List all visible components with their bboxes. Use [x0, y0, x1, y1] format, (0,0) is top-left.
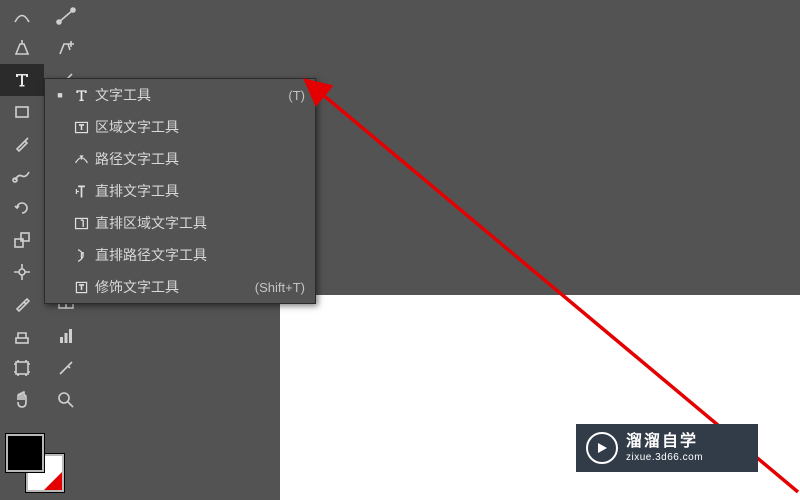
flyout-item-touch-type[interactable]: 修饰文字工具 (Shift+T)	[45, 271, 315, 303]
flyout-label: 直排文字工具	[95, 181, 305, 201]
tool-type[interactable]	[0, 64, 44, 96]
flyout-label: 路径文字工具	[95, 149, 305, 169]
flyout-item-vertical-area-type[interactable]: 直排区域文字工具	[45, 207, 315, 239]
selected-bullet: ■	[53, 90, 67, 100]
flyout-shortcut: (Shift+T)	[255, 280, 305, 295]
flyout-item-path-type[interactable]: 路径文字工具	[45, 143, 315, 175]
vertical-area-type-icon	[67, 215, 95, 232]
tool-pen-add[interactable]	[44, 32, 88, 64]
tool-artboard[interactable]	[0, 352, 44, 384]
tool-paintbrush[interactable]	[0, 128, 44, 160]
tool-rectangle[interactable]	[0, 96, 44, 128]
flyout-label: 修饰文字工具	[95, 277, 255, 297]
tool-scale[interactable]	[0, 224, 44, 256]
tool-eyedropper[interactable]	[0, 288, 44, 320]
tool-pen[interactable]	[0, 32, 44, 64]
tool-zoom[interactable]	[44, 384, 88, 416]
flyout-label: 直排区域文字工具	[95, 213, 305, 233]
vertical-path-type-icon	[67, 247, 95, 264]
tool-width[interactable]	[0, 256, 44, 288]
flyout-item-type[interactable]: ■ 文字工具 (T)	[45, 79, 315, 111]
path-type-icon	[67, 151, 95, 168]
type-tool-flyout: ■ 文字工具 (T) 区域文字工具 路径文字工具 直排文字工具 直排区域文字工具…	[44, 78, 316, 304]
touch-type-icon	[67, 279, 95, 296]
watermark-title: 溜溜自学	[626, 432, 703, 451]
tool-slice[interactable]	[44, 352, 88, 384]
play-icon	[586, 432, 618, 464]
flyout-label: 直排路径文字工具	[95, 245, 305, 265]
flyout-item-vertical-path-type[interactable]: 直排路径文字工具	[45, 239, 315, 271]
watermark-url: zixue.3d66.com	[626, 452, 703, 464]
tool-scissors[interactable]	[0, 160, 44, 192]
flyout-item-vertical-type[interactable]: 直排文字工具	[45, 175, 315, 207]
tool-rotate[interactable]	[0, 192, 44, 224]
watermark: 溜溜自学 zixue.3d66.com	[576, 424, 758, 472]
flyout-shortcut: (T)	[288, 88, 305, 103]
tool-curvature[interactable]	[0, 0, 44, 32]
color-swatches[interactable]	[6, 434, 64, 492]
type-icon	[67, 87, 95, 104]
foreground-color-swatch[interactable]	[6, 434, 44, 472]
flyout-label: 区域文字工具	[95, 117, 305, 137]
tool-symbol-sprayer[interactable]	[0, 320, 44, 352]
tool-anchor[interactable]	[44, 0, 88, 32]
area-type-icon	[67, 119, 95, 136]
flyout-item-area-type[interactable]: 区域文字工具	[45, 111, 315, 143]
vertical-type-icon	[67, 183, 95, 200]
tool-graph[interactable]	[44, 320, 88, 352]
tool-hand[interactable]	[0, 384, 44, 416]
flyout-label: 文字工具	[95, 85, 288, 105]
